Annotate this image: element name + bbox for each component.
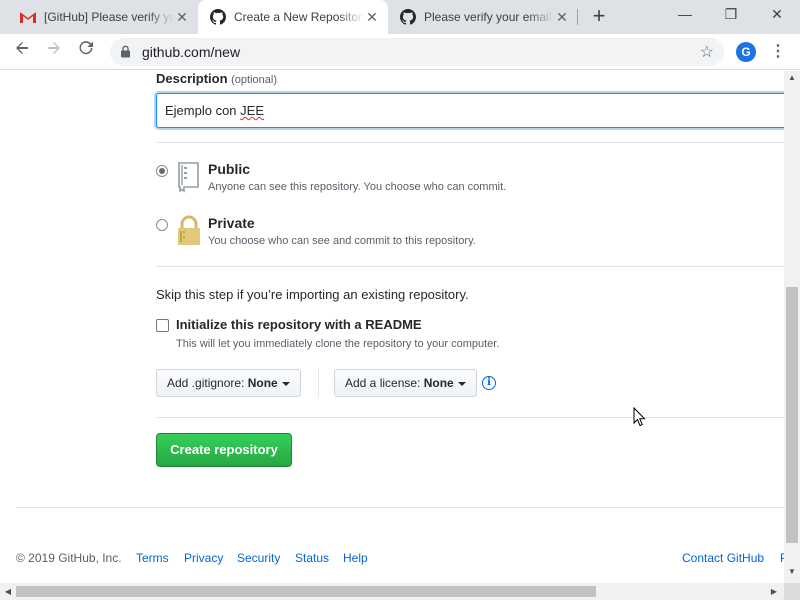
description-label-text: Description: [156, 71, 228, 86]
private-title: Private: [208, 215, 255, 231]
optional-hint: (optional): [231, 74, 277, 86]
tab-gmail-verify[interactable]: [GitHub] Please verify your email ✕: [0, 0, 198, 34]
footer-divider: [16, 507, 784, 508]
misspelled-word: JEE: [240, 103, 264, 118]
public-radio[interactable]: [156, 165, 168, 177]
scroll-down-arrow-icon[interactable]: ▼: [784, 565, 800, 579]
vertical-scroll-thumb[interactable]: [786, 287, 798, 543]
caret-down-icon: [457, 381, 466, 386]
scrollbar-corner: [784, 583, 800, 600]
browser-menu-icon[interactable]: ⋮: [770, 40, 786, 64]
horizontal-scrollbar[interactable]: ◀ ▶: [0, 583, 784, 600]
divider: [156, 417, 784, 418]
maximize-button[interactable]: ❐: [708, 0, 754, 30]
init-readme-checkbox[interactable]: [156, 319, 169, 332]
description-input[interactable]: Ejemplo con JEE: [156, 93, 784, 128]
footer-copyright: © 2019 GitHub, Inc.: [16, 551, 122, 565]
scroll-right-arrow-icon[interactable]: ▶: [766, 583, 782, 600]
divider: [156, 266, 784, 267]
select-separator: [318, 369, 319, 397]
tab-close-icon[interactable]: ✕: [174, 9, 190, 25]
tab-close-icon[interactable]: ✕: [554, 9, 570, 25]
public-title: Public: [208, 161, 251, 177]
create-repository-button[interactable]: Create repository: [156, 433, 292, 467]
bookmark-star-icon[interactable]: ☆: [700, 42, 714, 62]
mouse-cursor-icon: [633, 406, 647, 432]
repo-book-icon: [176, 161, 202, 198]
caret-down-icon: [281, 381, 290, 386]
github-icon: [400, 9, 416, 25]
tab-title: Please verify your email: [424, 10, 552, 24]
lock-icon[interactable]: [120, 45, 131, 63]
reload-icon[interactable]: [74, 40, 98, 64]
new-tab-button[interactable]: +: [588, 5, 610, 28]
back-arrow-icon[interactable]: [10, 40, 34, 64]
gmail-icon: [20, 9, 36, 25]
footer-link-security[interactable]: Security: [237, 551, 280, 565]
tab-strip: [GitHub] Please verify your email ✕ Crea…: [0, 0, 800, 34]
footer-link-help[interactable]: Help: [343, 551, 368, 565]
license-value: None: [423, 376, 454, 390]
license-label: Add a license:: [345, 376, 421, 390]
footer-link-terms[interactable]: Terms: [136, 551, 169, 565]
gitignore-value: None: [247, 376, 278, 390]
init-readme-label[interactable]: Initialize this repository with a README: [176, 317, 422, 332]
footer-link-status[interactable]: Status: [295, 551, 329, 565]
horizontal-scroll-thumb[interactable]: [16, 586, 596, 597]
tab-close-icon[interactable]: ✕: [364, 9, 380, 25]
scroll-up-arrow-icon[interactable]: ▲: [784, 71, 800, 85]
close-window-button[interactable]: ✕: [754, 0, 800, 30]
github-icon: [210, 9, 226, 25]
tab-verify-email[interactable]: Please verify your email ✕: [388, 0, 578, 34]
address-bar[interactable]: github.com/new ☆: [110, 38, 724, 66]
description-text: Ejemplo con: [165, 103, 241, 118]
skip-hint: Skip this step if you’re importing an ex…: [156, 287, 469, 302]
address-url[interactable]: github.com/new: [142, 44, 240, 60]
browser-toolbar: github.com/new ☆ G ⋮: [0, 34, 800, 70]
info-icon[interactable]: i: [482, 376, 496, 390]
footer-link-contact[interactable]: Contact GitHub: [682, 551, 764, 565]
tab-title: Create a New Repository: [234, 10, 364, 24]
gitignore-select[interactable]: Add .gitignore: None: [156, 369, 301, 397]
private-description: You choose who can see and commit to thi…: [208, 235, 476, 247]
forward-arrow-icon[interactable]: [42, 40, 66, 64]
private-radio[interactable]: [156, 219, 168, 231]
footer-link-privacy[interactable]: Privacy: [184, 551, 223, 565]
divider: [156, 142, 784, 143]
visibility-option-private[interactable]: Private You choose who can see and commi…: [156, 215, 784, 263]
page-viewport: Description (optional) Ejemplo con JEE P…: [0, 71, 784, 583]
profile-avatar[interactable]: G: [736, 42, 756, 62]
lock-icon: [176, 215, 202, 252]
init-readme-note: This will let you immediately clone the …: [176, 338, 500, 350]
public-description: Anyone can see this repository. You choo…: [208, 181, 507, 193]
visibility-option-public[interactable]: Public Anyone can see this repository. Y…: [156, 161, 784, 209]
description-label: Description (optional): [156, 71, 277, 86]
tab-title: [GitHub] Please verify your email: [44, 10, 174, 24]
vertical-scrollbar[interactable]: ▲ ▼: [784, 71, 800, 583]
tab-create-repository[interactable]: Create a New Repository ✕: [198, 0, 388, 34]
license-select[interactable]: Add a license: None: [334, 369, 477, 397]
gitignore-label: Add .gitignore:: [167, 376, 245, 390]
scroll-left-arrow-icon[interactable]: ◀: [0, 583, 16, 600]
minimize-button[interactable]: —: [662, 0, 708, 30]
tab-separator: [577, 9, 578, 25]
